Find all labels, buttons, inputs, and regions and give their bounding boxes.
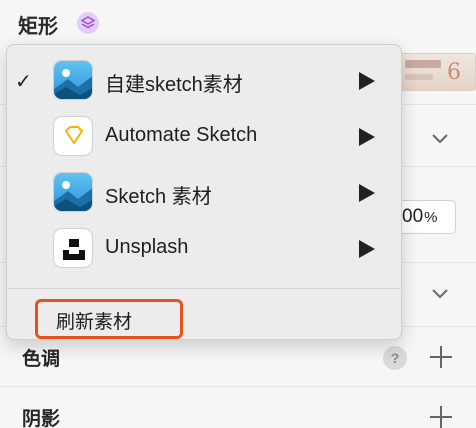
- percent-sign: %: [424, 208, 438, 226]
- chevron-down-icon[interactable]: [430, 128, 450, 148]
- menu-item-custom-sketch-assets[interactable]: ✓ 自建sketch素材: [7, 53, 401, 109]
- add-tint-icon[interactable]: [430, 346, 452, 368]
- layers-icon[interactable]: [77, 12, 99, 34]
- layer-title: 矩形: [18, 14, 58, 38]
- menu-item-label: Unsplash: [105, 236, 189, 258]
- menu-item-label: Sketch 素材: [105, 186, 212, 208]
- checkmark-icon: ✓: [15, 69, 32, 93]
- unsplash-icon: [53, 228, 93, 268]
- menu-divider: [8, 288, 402, 289]
- add-shadow-icon[interactable]: [430, 406, 452, 428]
- image-landscape-icon: [53, 172, 93, 212]
- tint-section-label: 色调: [22, 348, 61, 370]
- menu-item-unsplash[interactable]: Unsplash: [7, 221, 401, 277]
- sketch-diamond-icon: [53, 116, 93, 156]
- menu-item-label: 自建sketch素材: [105, 74, 243, 96]
- image-landscape-icon: [53, 60, 93, 100]
- shadow-section-label: 阴影: [22, 408, 61, 428]
- menu-item-sketch-assets[interactable]: Sketch 素材: [7, 165, 401, 221]
- thumbnail-number: 6: [447, 60, 461, 85]
- submenu-arrow-icon: [359, 184, 375, 202]
- submenu-arrow-icon: [359, 128, 375, 146]
- help-icon[interactable]: ?: [383, 346, 407, 370]
- opacity-value: 00: [402, 206, 424, 227]
- chevron-down-icon[interactable]: [430, 283, 450, 303]
- refresh-assets-label: 刷新素材: [56, 311, 133, 333]
- submenu-arrow-icon: [359, 72, 375, 90]
- divider: [0, 386, 476, 387]
- fill-image-thumbnail[interactable]: 6: [398, 53, 476, 91]
- menu-item-automate-sketch[interactable]: Automate Sketch: [7, 109, 401, 165]
- refresh-assets-button[interactable]: 刷新素材: [35, 299, 183, 339]
- opacity-input[interactable]: 00 %: [398, 200, 456, 234]
- asset-source-menu: ✓ 自建sketch素材 Automate Sketch Sketch 素材 U…: [6, 44, 402, 340]
- submenu-arrow-icon: [359, 240, 375, 258]
- menu-item-label: Automate Sketch: [105, 124, 258, 146]
